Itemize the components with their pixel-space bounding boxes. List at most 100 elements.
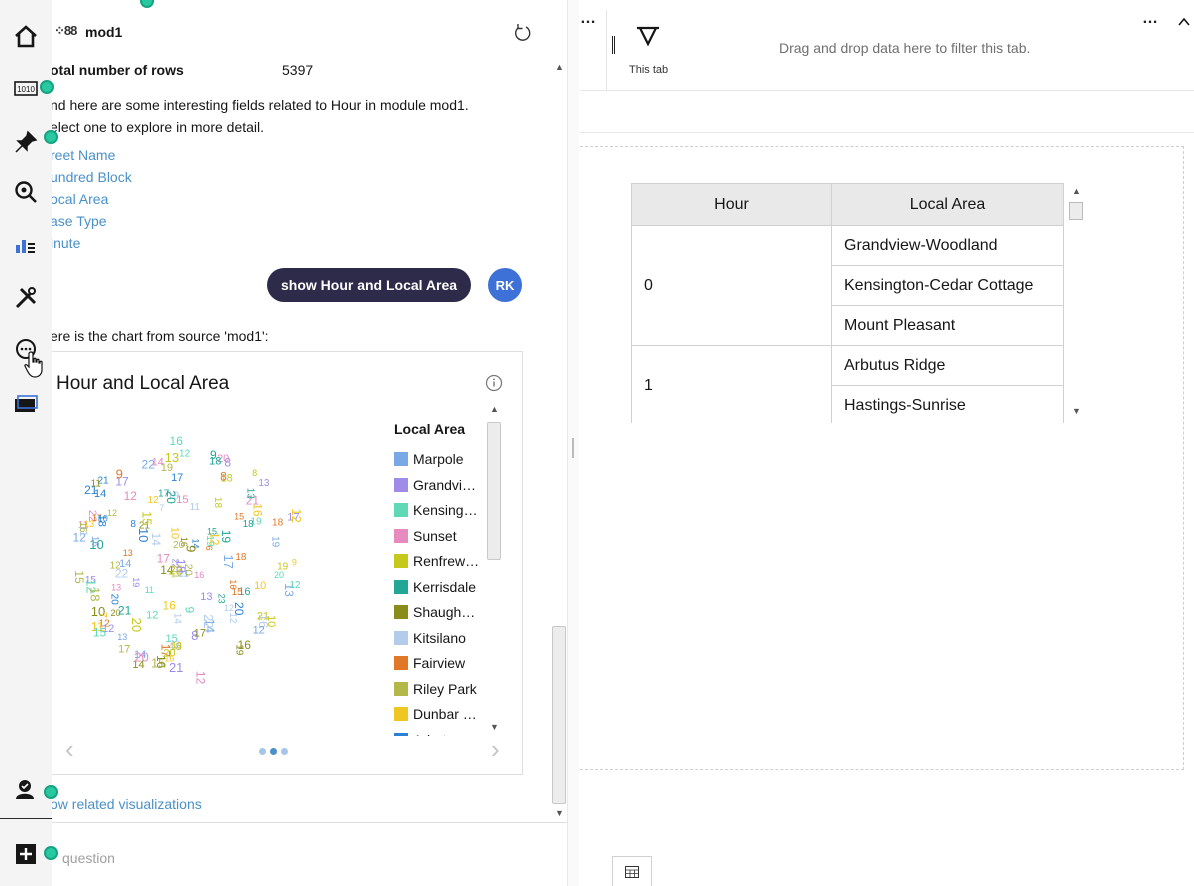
- field-link-street-name[interactable]: reet Name: [52, 147, 115, 163]
- cloud-number: 16: [228, 579, 238, 589]
- related-visualizations-link[interactable]: ow related visualizations: [52, 796, 202, 812]
- legend-item[interactable]: Kerrisdale: [394, 576, 476, 598]
- column-header-hour[interactable]: Hour: [631, 183, 832, 226]
- pins-button[interactable]: [0, 120, 52, 164]
- legend-item[interactable]: Grandvi…: [394, 474, 476, 496]
- legend-scrollbar[interactable]: ▲ ▼: [487, 404, 501, 734]
- table-cell-hour[interactable]: 1: [631, 345, 832, 423]
- cloud-number: 22: [142, 458, 156, 472]
- more-options-icon[interactable]: …: [1142, 10, 1159, 28]
- scroll-thumb[interactable]: [1069, 202, 1083, 220]
- legend-swatch: [394, 554, 408, 568]
- cloud-number: 10: [169, 527, 181, 539]
- cloud-number: 15: [140, 511, 155, 525]
- cloud-number: 17: [157, 551, 171, 565]
- table-cell-area[interactable]: Hastings-Sunrise: [831, 385, 1064, 423]
- explore-button[interactable]: [0, 170, 52, 214]
- chevron-up-icon[interactable]: [1176, 14, 1192, 30]
- legend-item[interactable]: Renfrew…: [394, 550, 479, 572]
- legend-item[interactable]: Shaugh…: [394, 601, 475, 623]
- windows-button[interactable]: [0, 382, 52, 426]
- cloud-number: 18: [243, 519, 255, 530]
- scroll-thumb[interactable]: [487, 422, 501, 560]
- legend-item[interactable]: Dunbar …: [394, 703, 477, 725]
- field-link-minute[interactable]: inute: [52, 235, 80, 251]
- table-cell-area[interactable]: Grandview-Woodland: [831, 225, 1064, 266]
- cloud-number: 10: [254, 580, 266, 592]
- legend-swatch: [394, 707, 408, 721]
- cloud-number: 22: [115, 567, 129, 581]
- legend-item[interactable]: Fairview: [394, 652, 465, 674]
- cloud-number: 10: [136, 528, 151, 542]
- splitter-grip[interactable]: [572, 438, 574, 458]
- field-link-hundred-block[interactable]: undred Block: [52, 169, 132, 185]
- legend-swatch: [394, 605, 408, 619]
- filter-drop-hint: Drag and drop data here to filter this t…: [779, 40, 1031, 56]
- divider: [580, 132, 1194, 133]
- stat-value: 5397: [282, 62, 314, 78]
- legend-swatch: [394, 452, 408, 466]
- scroll-up-arrow-icon[interactable]: ▲: [1072, 186, 1081, 196]
- cloud-number: 22: [201, 614, 216, 628]
- scroll-up-arrow-icon[interactable]: ▲: [490, 404, 499, 414]
- info-icon[interactable]: [485, 374, 503, 392]
- column-header-local-area[interactable]: Local Area: [831, 183, 1064, 226]
- cloud-number: 12: [124, 489, 138, 503]
- panel-splitter[interactable]: [567, 0, 579, 886]
- table-cell-area[interactable]: Kensington-Cedar Cottage: [831, 265, 1064, 306]
- field-link-local-area[interactable]: ocal Area: [52, 191, 108, 207]
- chevron-right-icon[interactable]: ›: [491, 736, 500, 762]
- dashboards-button[interactable]: [0, 222, 52, 266]
- cloud-number: 13: [84, 519, 94, 529]
- scroll-up-arrow-icon[interactable]: ▲: [555, 62, 564, 72]
- stat-label: otal number of rows: [52, 62, 184, 78]
- scroll-down-arrow-icon[interactable]: ▼: [1072, 406, 1081, 416]
- cloud-number: 6: [204, 546, 214, 551]
- field-link-case-type[interactable]: ase Type: [52, 213, 107, 229]
- filter-this-tab-button[interactable]: This tab: [629, 22, 671, 76]
- legend-item[interactable]: Kensing…: [394, 499, 478, 521]
- legend-swatch: [394, 579, 408, 594]
- legend-item[interactable]: Kitsilano: [394, 627, 466, 649]
- cloud-number: 9: [184, 545, 199, 552]
- home-button[interactable]: [0, 14, 52, 58]
- reset-icon[interactable]: [510, 20, 534, 44]
- scroll-down-arrow-icon[interactable]: ▼: [555, 808, 564, 818]
- legend-item[interactable]: Arbutus …: [394, 729, 479, 736]
- chart-intro: ere is the chart from source 'mod1':: [52, 328, 269, 344]
- visualization-card: Hour and Local Area 21 22 19 20 18 10 14 19 12 17…: [52, 351, 523, 775]
- carousel-dot[interactable]: [259, 748, 266, 755]
- pin-icon: [15, 130, 38, 153]
- carousel-dot-active[interactable]: [270, 748, 277, 755]
- cloud-number: 19: [233, 644, 244, 656]
- scroll-down-arrow-icon[interactable]: ▼: [490, 722, 499, 732]
- legend-item[interactable]: Riley Park: [394, 678, 477, 700]
- carousel-dot[interactable]: [281, 748, 288, 755]
- table-scrollbar[interactable]: ▲ ▼: [1068, 184, 1086, 422]
- windows-icon: [15, 395, 38, 412]
- explore-icon: [15, 181, 37, 203]
- tools-button[interactable]: [0, 276, 52, 320]
- cloud-number: 12: [289, 580, 301, 591]
- chevron-left-icon[interactable]: ‹: [65, 736, 74, 762]
- cloud-number: 16: [163, 598, 177, 612]
- filter-strip: This tab Drag and drop data here to filt…: [606, 10, 1194, 90]
- cloud-number: 9: [116, 466, 123, 481]
- assistant-message: elect one to explore in more detail.: [52, 119, 265, 135]
- user-query-bubble[interactable]: show Hour and Local Area: [267, 268, 472, 302]
- scroll-thumb[interactable]: [552, 626, 566, 804]
- legend-item[interactable]: Sunset: [394, 525, 457, 547]
- legend-item[interactable]: Marpole: [394, 448, 464, 470]
- number-cloud: 2122192018101419121712141217151220162112…: [72, 434, 304, 685]
- table-cell-area[interactable]: Arbutus Ridge: [831, 345, 1064, 386]
- status-dot: [44, 130, 58, 144]
- legend-swatch: [394, 656, 408, 670]
- cloud-number: 18: [96, 515, 108, 527]
- cloud-number: 12: [147, 495, 159, 506]
- ask-input-bar[interactable]: question: [52, 822, 572, 886]
- table-cell-area[interactable]: Mount Pleasant: [831, 305, 1064, 346]
- cloud-number: 9: [210, 448, 217, 462]
- table-view-button[interactable]: [612, 856, 652, 886]
- table-cell-hour[interactable]: 0: [631, 225, 832, 346]
- cloud-number: 16: [170, 434, 184, 448]
